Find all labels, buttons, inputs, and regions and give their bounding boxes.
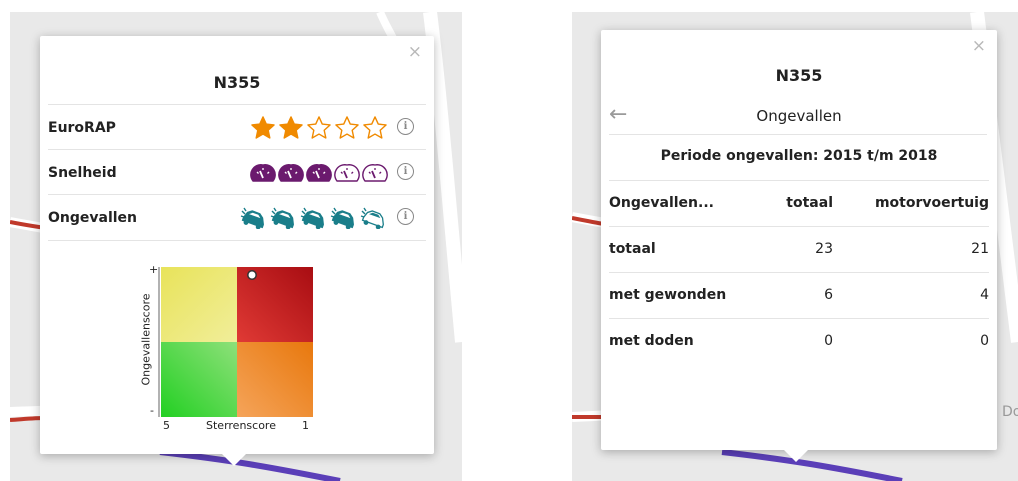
table-cell: 6: [824, 287, 833, 303]
speedometer-icon-filled: [278, 163, 304, 182]
speedometer-icon-filled: [250, 163, 276, 182]
table-row: met doden 0 0: [609, 318, 989, 364]
table-cell: met doden: [609, 333, 694, 349]
row-label: Ongevallen: [48, 209, 138, 226]
table-row: met gewonden 6 4: [609, 272, 989, 318]
risk-matrix-grid: [158, 267, 313, 417]
quadrant-bottom-right: [237, 342, 313, 417]
table-cell: 21: [971, 241, 989, 257]
table-cell: 0: [980, 333, 989, 349]
y-axis-label: Ongevallenscore: [139, 293, 153, 386]
x-axis-label: Sterrenscore: [206, 419, 276, 432]
popup-pointer: [222, 454, 246, 466]
section-title: Ongevallen: [756, 107, 842, 125]
speedometer-icon-empty: [362, 163, 388, 182]
speedometer-icon-empty: [334, 163, 360, 182]
crashed-car-icon-empty: [360, 207, 384, 229]
info-icon[interactable]: i: [397, 118, 414, 135]
road-title: N355: [213, 73, 261, 92]
star-icon-empty: [363, 115, 387, 139]
table-cell: met gewonden: [609, 287, 727, 303]
star-icon-filled: [279, 115, 303, 139]
row-ongevallen: Ongevallen i: [48, 194, 426, 240]
y-axis-minus: -: [150, 404, 154, 417]
divider: [48, 240, 426, 241]
speed-rating: [250, 150, 388, 195]
row-label: Snelheid: [48, 164, 117, 181]
x-axis-right: 1: [302, 419, 309, 432]
crashed-car-icon-filled: [300, 207, 324, 229]
table-row: totaal 23 21: [609, 226, 989, 272]
info-icon[interactable]: i: [397, 163, 414, 180]
table-header: Ongevallen... totaal motorvoertuig: [609, 180, 989, 226]
speedometer-icon-filled: [306, 163, 332, 182]
star-rating: [250, 105, 388, 150]
crashed-car-icon-filled: [270, 207, 294, 229]
close-icon[interactable]: ×: [972, 38, 986, 55]
table-cell: totaal: [609, 241, 656, 257]
row-snelheid: Snelheid i: [48, 149, 426, 195]
star-icon-empty: [307, 115, 331, 139]
crashed-car-icon-filled: [330, 207, 354, 229]
accidents-popup: × N355 ← Ongevallen Periode ongevallen: …: [601, 30, 997, 450]
road-title: N355: [775, 66, 823, 85]
period-text: Periode ongevallen: 2015 t/m 2018: [660, 148, 938, 164]
divider: [609, 134, 987, 135]
header-cell: totaal: [786, 195, 833, 211]
star-icon-filled: [251, 115, 275, 139]
quadrant-bottom-left: [161, 342, 237, 417]
risk-matrix: + - Ongevallenscore 5 Sterrenscore 1: [130, 261, 330, 441]
y-axis-plus: +: [149, 263, 159, 276]
close-icon[interactable]: ×: [408, 44, 422, 61]
header-cell: motorvoertuig: [874, 195, 989, 211]
star-icon-empty: [335, 115, 359, 139]
road-summary-popup: × N355 EuroRAP i Snelheid i Ongevallen i: [40, 36, 434, 454]
accident-rating: [240, 195, 388, 240]
row-eurorap: EuroRAP i: [48, 104, 426, 150]
table-cell: 0: [824, 333, 833, 349]
quadrant-top-left: [161, 267, 237, 342]
map-place-label: Do: [1002, 404, 1018, 420]
position-marker: [247, 270, 257, 280]
accidents-table: Ongevallen... totaal motorvoertuig totaa…: [609, 180, 989, 364]
x-axis-left: 5: [163, 419, 170, 432]
table-cell: 23: [815, 241, 833, 257]
popup-pointer: [784, 450, 808, 462]
info-icon[interactable]: i: [397, 208, 414, 225]
crashed-car-icon-filled: [240, 207, 264, 229]
table-cell: 4: [980, 287, 989, 303]
header-cell: Ongevallen...: [609, 195, 714, 211]
row-label: EuroRAP: [48, 119, 116, 136]
